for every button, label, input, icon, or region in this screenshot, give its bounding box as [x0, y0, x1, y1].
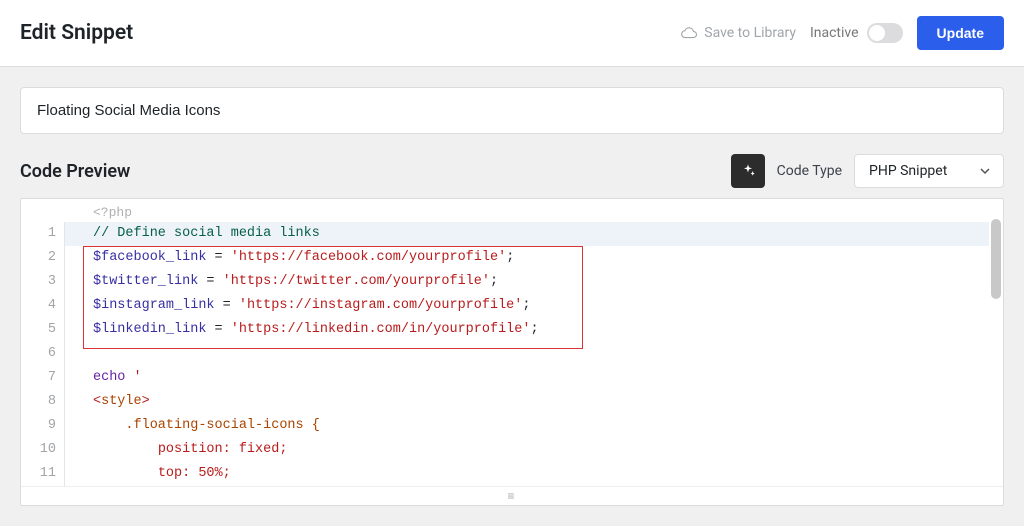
sparkle-icon	[740, 163, 756, 179]
code-line: echo '	[65, 366, 989, 390]
save-to-library-label: Save to Library	[704, 25, 796, 41]
update-button[interactable]: Update	[917, 16, 1004, 50]
code-line: position: fixed;	[65, 438, 989, 462]
code-editor[interactable]: <?php 1 2 3 4 5 6 7 8 9 10 11 // Define …	[20, 198, 1004, 506]
php-open-tag: <?php	[21, 199, 1003, 222]
editor-resize-handle[interactable]: ≡	[21, 486, 1003, 505]
code-line: $facebook_link = 'https://facebook.com/y…	[65, 246, 989, 270]
editor-scrollbar[interactable]	[991, 219, 1001, 299]
save-to-library-button[interactable]: Save to Library	[680, 25, 796, 41]
code-line: $linkedin_link = 'https://linkedin.com/i…	[65, 318, 989, 342]
code-line: .floating-social-icons {	[65, 414, 989, 438]
code-type-label: Code Type	[777, 163, 842, 179]
status-toggle-group: Inactive	[810, 23, 903, 43]
cloud-icon	[680, 26, 698, 40]
inactive-label: Inactive	[810, 25, 859, 41]
ai-generate-button[interactable]	[731, 154, 765, 188]
page-header: Edit Snippet Save to Library Inactive Up…	[0, 0, 1024, 67]
chevron-down-icon	[979, 165, 991, 177]
code-line: // Define social media links	[65, 222, 989, 246]
line-number-gutter: 1 2 3 4 5 6 7 8 9 10 11	[21, 222, 65, 486]
code-type-select[interactable]: PHP Snippet	[854, 154, 1004, 188]
active-toggle[interactable]	[867, 23, 903, 43]
code-line: $twitter_link = 'https://twitter.com/you…	[65, 270, 989, 294]
code-type-value: PHP Snippet	[869, 163, 947, 179]
code-preview-label: Code Preview	[20, 161, 130, 182]
code-line: <style>	[65, 390, 989, 414]
code-header: Code Preview Code Type PHP Snippet	[20, 154, 1004, 188]
code-line	[65, 342, 989, 366]
content-area: Code Preview Code Type PHP Snippet <?php…	[0, 67, 1024, 526]
code-line: top: 50%;	[65, 462, 989, 486]
code-lines[interactable]: // Define social media links $facebook_l…	[65, 222, 1003, 486]
snippet-title-input[interactable]	[20, 87, 1004, 134]
code-line: $instagram_link = 'https://instagram.com…	[65, 294, 989, 318]
page-title: Edit Snippet	[20, 21, 133, 45]
